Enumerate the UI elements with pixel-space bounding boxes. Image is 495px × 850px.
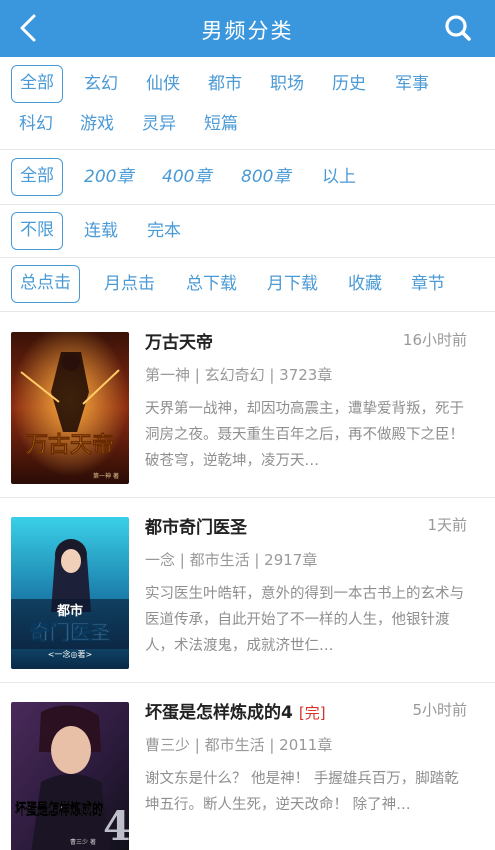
- book-item[interactable]: 坏蛋是怎样炼成的 4 曹三少 著 坏蛋是怎样炼成的4 [完] 5小时前 曹三少 |…: [0, 682, 495, 850]
- category-xuanhuan[interactable]: 玄幻: [84, 65, 118, 103]
- category-dushi[interactable]: 都市: [208, 65, 242, 103]
- book-meta: 一念 | 都市生活 | 2917章: [145, 551, 318, 569]
- divider: [0, 257, 495, 258]
- sort-chapters[interactable]: 章节: [411, 265, 445, 303]
- book-cover: 都市 奇门医圣 <一念◎著>: [11, 517, 129, 669]
- divider: [0, 204, 495, 205]
- update-time: 16小时前: [402, 331, 467, 349]
- cover-title-art: 坏蛋是怎样炼成的: [15, 800, 103, 818]
- divider: [0, 149, 495, 150]
- cover-title-art: 万古天帝: [25, 432, 114, 458]
- filter-panel: 全部 玄幻 仙侠 都市 职场 历史 军事 科幻 游戏 灵异 短篇 全部 200章…: [0, 57, 495, 312]
- chapters-all[interactable]: 全部: [11, 158, 63, 196]
- category-zhichang[interactable]: 职场: [270, 65, 304, 103]
- book-item[interactable]: 万古天帝 第一神 著 万古天帝 16小时前 第一神 | 玄幻奇幻 | 3723章…: [0, 312, 495, 498]
- cover-author-art: 曹三少 著: [70, 838, 96, 846]
- book-cover-image: 都市 奇门医圣 <一念◎著>: [11, 517, 129, 669]
- category-duanpian[interactable]: 短篇: [204, 105, 238, 143]
- cover-subtitle-art: 都市: [56, 603, 83, 619]
- book-title-text: 坏蛋是怎样炼成的4: [145, 703, 293, 723]
- book-description: 谢文东是什么？ 他是神！ 手握雄兵百万，脚踏乾坤五行。断人生死，逆天改命！ 除了…: [145, 771, 459, 813]
- book-title: 坏蛋是怎样炼成的4 [完]: [145, 698, 326, 723]
- book-meta: 第一神 | 玄幻奇幻 | 3723章: [145, 366, 333, 384]
- book-cover: 坏蛋是怎样炼成的 4 曹三少 著: [11, 702, 129, 850]
- book-cover-image: 万古天帝 第一神 著: [11, 332, 129, 484]
- sort-monthly-downloads[interactable]: 月下载: [267, 265, 318, 303]
- status-any[interactable]: 不限: [11, 212, 63, 250]
- category-kehuan[interactable]: 科幻: [19, 105, 53, 143]
- sort-total-downloads[interactable]: 总下载: [186, 265, 237, 303]
- search-icon: [445, 15, 471, 41]
- book-description: 实习医生叶皓轩，意外的得到一本古书上的玄术与医道传承，自此开始了不一样的人生，他…: [145, 586, 464, 654]
- book-cover-image: 坏蛋是怎样炼成的 4 曹三少 著: [11, 702, 129, 850]
- cover-author-art: 第一神 著: [93, 472, 119, 480]
- category-lishi[interactable]: 历史: [332, 65, 366, 103]
- category-xianxia[interactable]: 仙侠: [146, 65, 180, 103]
- chapters-400[interactable]: 400章: [162, 158, 211, 196]
- book-description: 天界第一战神，却因功高震主，遭挚爱背叛，死于洞房之夜。聂天重生百年之后，再不做殿…: [145, 401, 464, 469]
- book-cover: 万古天帝 第一神 著: [11, 332, 129, 484]
- chapters-above[interactable]: 以上: [322, 158, 356, 196]
- cover-number-art: 4: [103, 803, 129, 850]
- book-title: 都市奇门医圣: [145, 518, 247, 538]
- update-time: 1天前: [427, 516, 467, 534]
- book-title: 万古天帝: [145, 333, 213, 353]
- sort-total-clicks[interactable]: 总点击: [11, 265, 80, 303]
- status-completed[interactable]: 完本: [147, 212, 181, 250]
- completed-badge: [完]: [298, 704, 326, 722]
- cover-title-art: 奇门医圣: [30, 620, 111, 644]
- top-bar: 男频分类: [0, 0, 495, 57]
- category-all[interactable]: 全部: [11, 65, 63, 103]
- category-junshi[interactable]: 军事: [395, 65, 429, 103]
- category-youxi[interactable]: 游戏: [80, 105, 114, 143]
- sort-favorites[interactable]: 收藏: [348, 265, 382, 303]
- cover-author-art: <一念◎著>: [48, 649, 92, 659]
- page-title: 男频分类: [201, 19, 294, 43]
- search-button[interactable]: [443, 13, 473, 43]
- book-item[interactable]: 都市 奇门医圣 <一念◎著> 都市奇门医圣 1天前 一念 | 都市生活 | 29…: [0, 497, 495, 683]
- book-meta: 曹三少 | 都市生活 | 2011章: [145, 736, 333, 754]
- status-serializing[interactable]: 连载: [84, 212, 118, 250]
- sort-monthly-clicks[interactable]: 月点击: [104, 265, 155, 303]
- chapters-800[interactable]: 800章: [241, 158, 290, 196]
- category-lingyi[interactable]: 灵异: [142, 105, 176, 143]
- chapters-200[interactable]: 200章: [84, 158, 133, 196]
- update-time: 5小时前: [412, 701, 467, 719]
